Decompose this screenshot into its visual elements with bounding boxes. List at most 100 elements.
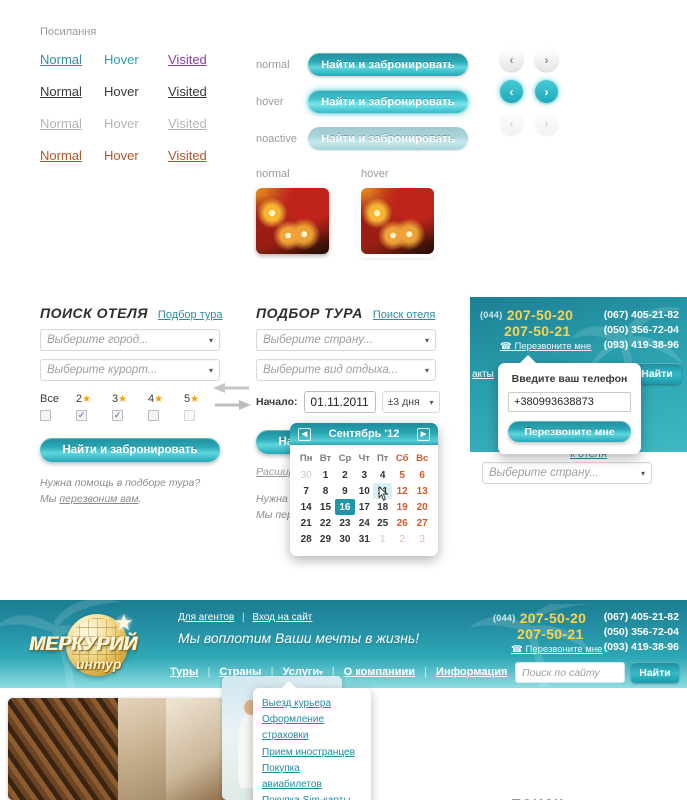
calendar-day-8[interactable]: 8: [316, 483, 334, 499]
link-visited[interactable]: Visited: [168, 52, 232, 67]
calendar-next-month-icon[interactable]: ▶: [416, 427, 430, 441]
link-hover[interactable]: Hover: [104, 116, 168, 131]
calendar-day-23[interactable]: 23: [335, 515, 355, 531]
calendar-day-24[interactable]: 24: [355, 515, 373, 531]
menu-item-tours[interactable]: Туры: [170, 666, 198, 678]
city-select[interactable]: Выберите город... ▾: [40, 329, 220, 351]
search-book-button-hover[interactable]: Найти и забронировать: [308, 90, 468, 113]
calendar-day-31[interactable]: 31: [355, 531, 373, 547]
button-row-normal: normal Найти и забронировать: [256, 50, 468, 79]
contacts-nav-fragment[interactable]: акты: [472, 369, 494, 380]
bottom-hotel-form-header: ПОИСК ОТЕЛЯ Подбор тура: [510, 796, 680, 800]
next-arrow-icon-hover[interactable]: ›: [535, 80, 558, 103]
date-range-select[interactable]: ±3 дня ▾: [381, 391, 440, 413]
link-normal[interactable]: Normal: [40, 52, 104, 67]
callback-request-link[interactable]: перезвоним вам: [59, 493, 138, 505]
link-normal[interactable]: Normal: [40, 84, 104, 99]
link-visited[interactable]: Visited: [168, 116, 232, 131]
star-checkbox-5[interactable]: ✓: [184, 410, 195, 421]
star-checkbox-all[interactable]: ✓: [40, 410, 51, 421]
calendar-day-26[interactable]: 26: [392, 515, 412, 531]
menu-item-about[interactable]: О компаниии: [344, 666, 415, 678]
menu-item-information[interactable]: Информация: [436, 666, 507, 678]
calendar-day-18[interactable]: 18: [373, 499, 392, 515]
calendar-day-2[interactable]: 2: [335, 467, 355, 483]
calendar-day-30[interactable]: 30: [335, 531, 355, 547]
header-callback-link[interactable]: Перезвоните мне: [525, 644, 602, 655]
country-select[interactable]: Выберите страну... ▾: [256, 329, 436, 351]
calendar-day-19[interactable]: 19: [392, 499, 412, 515]
start-date-input[interactable]: 01.11.2011: [303, 391, 376, 413]
site-search-button[interactable]: Найти: [631, 662, 679, 683]
calendar-day-7[interactable]: 7: [296, 483, 316, 499]
link-visited[interactable]: Visited: [168, 148, 232, 163]
thumbnail-image-hover[interactable]: [361, 188, 434, 254]
service-item-foreigners[interactable]: Прием иностранцев: [262, 745, 362, 761]
star-checkbox-4[interactable]: ✓: [148, 410, 159, 421]
calendar-day-5[interactable]: 5: [392, 467, 412, 483]
calendar-day-25[interactable]: 25: [373, 515, 392, 531]
link-normal[interactable]: Normal: [40, 148, 104, 163]
callback-phone-input[interactable]: +380993638873: [508, 392, 631, 412]
date-picker-calendar[interactable]: ◀ Сентябрь '12 ▶ Пн Вт Ср Чт Пт Сб Вс 30…: [290, 423, 438, 556]
service-item-sim-card[interactable]: Покупка Sim-карты: [262, 793, 362, 800]
switch-to-tour-link[interactable]: Подбор тура: [158, 309, 223, 321]
country-select-fragment[interactable]: Выберите страну... ▾: [482, 462, 652, 484]
service-item-courier[interactable]: Выезд курьера: [262, 696, 362, 712]
login-link[interactable]: Вход на сайт: [252, 612, 312, 623]
calendar-day-9[interactable]: 9: [335, 483, 355, 499]
link-visited[interactable]: Visited: [168, 84, 232, 99]
chevron-down-icon: ▾: [640, 468, 645, 478]
calendar-day-29[interactable]: 29: [316, 531, 334, 547]
link-hover[interactable]: Hover: [104, 52, 168, 67]
callback-submit-button[interactable]: Перезвоните мне: [508, 421, 631, 442]
calendar-day-20[interactable]: 20: [412, 499, 432, 515]
agents-link[interactable]: Для агентов: [178, 612, 234, 623]
calendar-day-27[interactable]: 27: [412, 515, 432, 531]
prev-arrow-icon[interactable]: ‹: [500, 48, 523, 71]
calendar-day-16[interactable]: 16: [334, 499, 356, 515]
calendar-day-12[interactable]: 12: [392, 483, 412, 499]
star-checkbox-2[interactable]: ✓: [76, 410, 87, 421]
hotel-search-submit-button[interactable]: Найти и забронировать: [40, 438, 220, 462]
date-range-value: ±3 дня: [387, 396, 420, 408]
next-arrow-icon[interactable]: ›: [535, 48, 558, 71]
calendar-day-10[interactable]: 10: [355, 483, 373, 499]
calendar-prev-month-icon[interactable]: ◀: [298, 427, 311, 441]
calendar-week-row: 28 29 30 31 1 2 3: [296, 531, 432, 547]
resort-select[interactable]: Выберите курорт... ▾: [40, 359, 220, 381]
logo-brand-name: МЕРКУРИЙ: [30, 634, 139, 655]
service-item-insurance[interactable]: Оформление страховки: [262, 712, 362, 744]
area-code: (044): [480, 310, 503, 320]
link-hover[interactable]: Hover: [104, 84, 168, 99]
calendar-day-4[interactable]: 4: [373, 467, 392, 483]
link-normal[interactable]: Normal: [40, 116, 104, 131]
calendar-day-3[interactable]: 3: [355, 467, 373, 483]
callback-link[interactable]: Перезвоните мне: [514, 341, 591, 352]
calendar-day-28[interactable]: 28: [296, 531, 316, 547]
hero-gallery-image[interactable]: [8, 698, 230, 800]
calendar-day-6[interactable]: 6: [412, 467, 432, 483]
chevron-down-icon: ▾: [429, 397, 434, 407]
service-item-air-tickets[interactable]: Покупка авиабилетов: [262, 761, 362, 793]
site-search-input[interactable]: Поиск по сайту: [515, 662, 625, 683]
switch-to-hotel-link[interactable]: Поиск отеля: [373, 309, 435, 321]
calendar-day-17[interactable]: 17: [355, 499, 373, 515]
star-option-all: Все ✓: [40, 393, 76, 421]
calendar-day-21[interactable]: 21: [296, 515, 316, 531]
calendar-day-1[interactable]: 1: [316, 467, 334, 483]
calendar-day-15[interactable]: 15: [316, 499, 334, 515]
star-checkbox-3[interactable]: ✓: [112, 410, 123, 421]
calendar-day-30: 30: [300, 469, 312, 481]
thumbnail-image-normal[interactable]: [256, 188, 329, 254]
calendar-day-22[interactable]: 22: [316, 515, 334, 531]
phone-numbers-block: (044) 207-50-20 207-50-21 ☎ Перезвоните …: [480, 307, 679, 352]
calendar-day-11[interactable]: 11: [373, 483, 392, 499]
prev-arrow-icon-hover[interactable]: ‹: [500, 80, 523, 103]
site-logo[interactable]: ★ МЕРКУРИЙ интур: [28, 610, 178, 682]
calendar-day-14[interactable]: 14: [296, 499, 316, 515]
rest-kind-select[interactable]: Выберите вид отдыха... ▾: [256, 359, 436, 381]
link-hover[interactable]: Hover: [104, 148, 168, 163]
calendar-day-13[interactable]: 13: [412, 483, 432, 499]
search-book-button-normal[interactable]: Найти и забронировать: [308, 53, 468, 76]
